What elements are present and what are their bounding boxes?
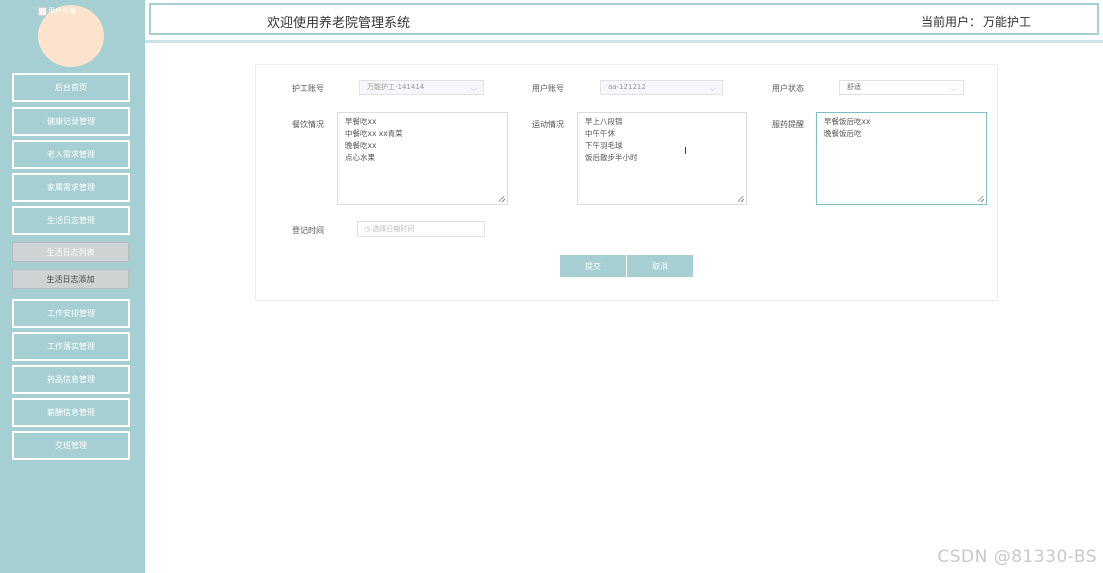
exercise-line: 下午羽毛球 bbox=[585, 141, 623, 150]
chevron-down-icon: ⌵ bbox=[950, 84, 957, 93]
current-user-display: 当前用户： 万能护工 bbox=[919, 13, 1031, 30]
header-divider bbox=[145, 40, 1103, 43]
life-log-form: 护工账号 万能护工-141414 ⌵ 用户账号 aa-121212 ⌵ 用户状态… bbox=[255, 64, 998, 301]
resize-handle-icon[interactable] bbox=[499, 196, 505, 202]
user-status-select[interactable]: 舒适 ⌵ bbox=[839, 80, 964, 95]
medication-label: 服药提醒 bbox=[772, 120, 804, 129]
current-user-name: 万能护工 bbox=[982, 15, 1031, 29]
register-time-picker[interactable]: ◷ 选择日期时间 bbox=[357, 221, 485, 237]
medication-line: 早餐饭后吃xx bbox=[824, 117, 871, 126]
text-cursor-icon: I bbox=[684, 146, 687, 157]
sidebar-item-home[interactable]: 后台首页 bbox=[12, 73, 130, 102]
chevron-down-icon: ⌵ bbox=[709, 84, 716, 93]
nurse-account-label: 护工账号 bbox=[292, 84, 324, 93]
sidebar-subitem-life-log-add[interactable]: 生活日志添加 bbox=[12, 269, 129, 289]
sidebar-item-life-log[interactable]: 生活日志管理 bbox=[12, 206, 130, 235]
watermark: CSDN @81330-BS bbox=[937, 547, 1097, 567]
register-time-placeholder: 选择日期时间 bbox=[372, 225, 415, 233]
diet-line: 中餐吃xx xx青菜 bbox=[345, 129, 403, 138]
exercise-line: 中午午休 bbox=[585, 129, 615, 138]
avatar-alt-text: 用户头像 bbox=[48, 7, 76, 15]
user-status-label: 用户状态 bbox=[772, 84, 804, 93]
register-time-label: 登记时间 bbox=[292, 226, 324, 235]
diet-line: 晚餐吃xx bbox=[345, 141, 377, 150]
user-status-value: 舒适 bbox=[847, 83, 861, 91]
chevron-down-icon: ⌵ bbox=[470, 84, 477, 93]
nurse-account-value: 万能护工-141414 bbox=[367, 83, 425, 91]
user-account-value: aa-121212 bbox=[608, 83, 646, 91]
user-account-select[interactable]: aa-121212 ⌵ bbox=[600, 80, 723, 95]
cancel-button[interactable]: 取消 bbox=[627, 255, 693, 277]
sidebar-item-salary-info[interactable]: 薪酬信息管理 bbox=[12, 398, 130, 427]
medication-textarea[interactable]: 早餐饭后吃xx 晚餐饭后吃 bbox=[816, 112, 987, 205]
resize-handle-icon[interactable] bbox=[738, 196, 744, 202]
diet-line: 点心水果 bbox=[345, 153, 375, 162]
exercise-line: 饭后散步半小时 bbox=[585, 153, 638, 162]
top-header: 欢迎使用养老院管理系统 当前用户： 万能护工 bbox=[149, 3, 1099, 35]
sidebar-item-medicine-info[interactable]: 药品信息管理 bbox=[12, 365, 130, 394]
sidebar-item-family-needs[interactable]: 家属需求管理 bbox=[12, 173, 130, 202]
user-account-label: 用户账号 bbox=[532, 84, 564, 93]
diet-label: 餐饮情况 bbox=[292, 120, 324, 129]
sidebar-item-work-implementation[interactable]: 工作落实管理 bbox=[12, 332, 130, 361]
sidebar-item-health-records[interactable]: 健康记录管理 bbox=[12, 107, 130, 136]
exercise-textarea[interactable]: 早上八段锦 中午午休 下午羽毛球 饭后散步半小时 bbox=[577, 112, 747, 205]
exercise-line: 早上八段锦 bbox=[585, 117, 623, 126]
current-user-label: 当前用户： bbox=[920, 15, 981, 29]
sidebar: 用户头像 后台首页 健康记录管理 老人需求管理 家属需求管理 生活日志管理 生活… bbox=[0, 0, 145, 573]
medication-line: 晚餐饭后吃 bbox=[824, 129, 862, 138]
submit-button[interactable]: 提交 bbox=[560, 255, 626, 277]
sidebar-item-work-schedule[interactable]: 工作安排管理 bbox=[12, 299, 130, 328]
diet-textarea[interactable]: 早餐吃xx 中餐吃xx xx青菜 晚餐吃xx 点心水果 bbox=[337, 112, 508, 205]
sidebar-item-shift-handover[interactable]: 交班管理 bbox=[12, 431, 130, 460]
resize-handle-icon[interactable] bbox=[978, 196, 984, 202]
page-title: 欢迎使用养老院管理系统 bbox=[267, 16, 411, 31]
sidebar-subitem-life-log-list[interactable]: 生活日志列表 bbox=[12, 242, 129, 262]
sidebar-item-elder-needs[interactable]: 老人需求管理 bbox=[12, 140, 130, 169]
avatar-broken-image-icon: 用户头像 bbox=[38, 6, 76, 16]
exercise-label: 运动情况 bbox=[532, 120, 564, 129]
nurse-account-select[interactable]: 万能护工-141414 ⌵ bbox=[359, 80, 484, 95]
diet-line: 早餐吃xx bbox=[345, 117, 377, 126]
